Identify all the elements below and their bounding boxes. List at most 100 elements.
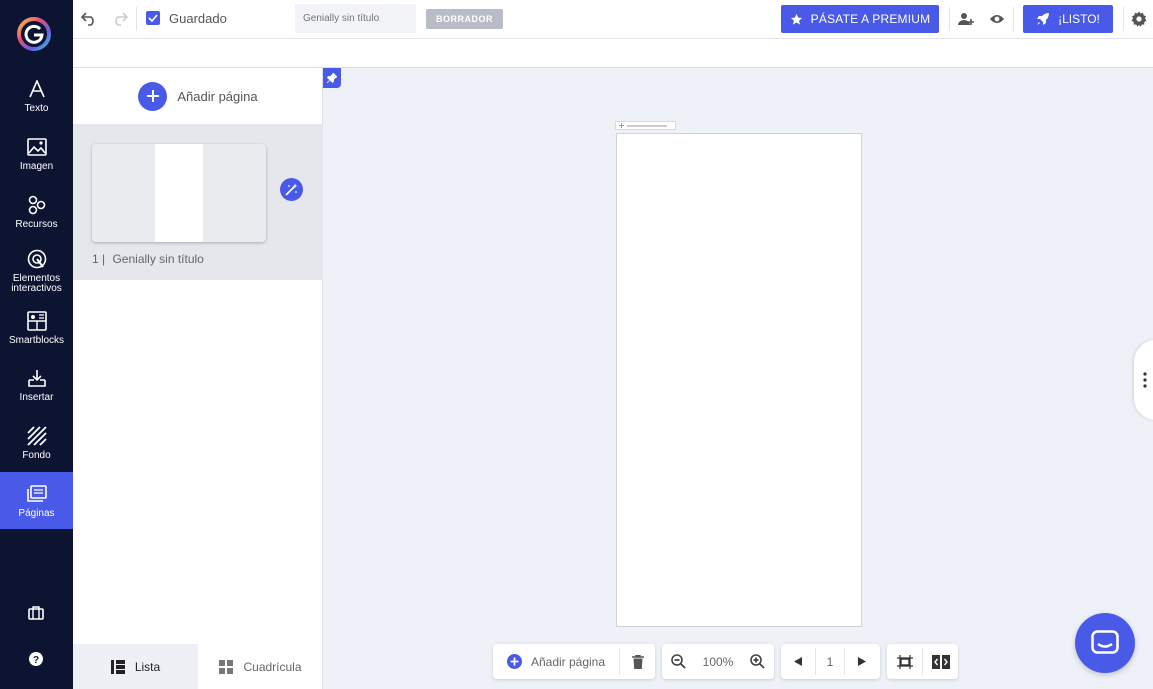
pages-icon <box>26 483 48 505</box>
sidebar-item-label: Insertar <box>19 392 54 403</box>
undo-icon[interactable] <box>79 9 99 29</box>
sidebar-item-resources[interactable]: Recursos <box>0 194 73 238</box>
sidebar-item-background[interactable]: Fondo <box>0 425 73 469</box>
page-title: 1 | Genially sin título <box>92 252 204 266</box>
add-page-button[interactable]: Añadir página <box>73 68 323 125</box>
interactive-icon <box>26 248 48 270</box>
zoom-in-button[interactable] <box>741 644 774 679</box>
chat-icon <box>1091 630 1119 654</box>
panel-view-tabs: Lista Cuadrícula <box>73 644 323 689</box>
grid-view-icon <box>219 659 234 674</box>
saved-check-icon <box>146 11 160 25</box>
sidebar-item-label: Páginas <box>18 508 55 519</box>
next-page-button[interactable] <box>845 644 879 679</box>
redo-icon[interactable] <box>110 9 130 29</box>
page-name: Genially sin título <box>112 252 204 266</box>
split-view-icon <box>931 654 950 669</box>
ready-publish-button[interactable]: ¡LISTO! <box>1023 5 1113 33</box>
zoom-level[interactable]: 100% <box>695 644 741 679</box>
add-page-label: Añadir página <box>177 88 258 104</box>
text-icon <box>26 78 48 100</box>
sidebar-item-image[interactable]: Imagen <box>0 136 73 180</box>
toolbar-divider <box>949 7 950 31</box>
go-premium-button[interactable]: PÁSATE A PREMIUM <box>781 5 939 33</box>
genially-logo-icon[interactable] <box>16 16 52 52</box>
view-options-group <box>887 644 958 679</box>
sidebar-item-label: Imagen <box>19 161 54 172</box>
secondary-toolbar <box>73 39 1153 68</box>
tab-grid-label: Cuadrícula <box>243 659 302 674</box>
tab-list-label: Lista <box>134 659 161 674</box>
zoom-in-icon <box>750 654 765 669</box>
zoom-out-button[interactable] <box>662 644 695 679</box>
plus-icon <box>138 81 168 111</box>
sidebar-item-text[interactable]: Texto <box>0 78 73 122</box>
briefcase-icon[interactable] <box>26 603 46 623</box>
sidebar-item-insert[interactable]: Insertar <box>0 367 73 411</box>
page-actions-group: Añadir página <box>493 644 655 679</box>
title-input[interactable] <box>295 4 416 33</box>
background-icon <box>26 425 48 447</box>
premium-button-label: PÁSATE A PREMIUM <box>810 12 931 26</box>
star-icon <box>790 13 802 25</box>
saved-status: Guardado <box>169 11 227 26</box>
rocket-icon <box>1037 13 1050 25</box>
zoom-group: 100% <box>662 644 774 679</box>
ready-button-label: ¡LISTO! <box>1058 12 1100 26</box>
page-thumbnail-preview <box>155 144 203 242</box>
top-toolbar: Guardado BORRADOR PÁSATE A PREMIUM ¡LIST… <box>73 0 1153 39</box>
sidebar-item-label: Elementos interactivos <box>11 273 62 294</box>
page-navigation-group: 1 <box>781 644 880 679</box>
canvas-page[interactable] <box>616 133 862 627</box>
tag-text-placeholder <box>627 124 667 127</box>
trash-icon <box>631 654 644 669</box>
preview-eye-icon[interactable] <box>987 9 1007 29</box>
tab-list[interactable]: Lista <box>73 644 198 689</box>
triangle-left-icon <box>794 657 802 666</box>
draft-badge: BORRADOR <box>426 9 503 29</box>
sidebar-item-pages[interactable]: Páginas <box>0 472 73 529</box>
main-sidebar: Texto Imagen Recursos Elementos interact… <box>0 0 73 689</box>
list-view-icon <box>110 659 125 674</box>
help-icon[interactable]: ? <box>26 649 46 669</box>
image-icon <box>26 136 48 158</box>
canvas-add-content-tag[interactable] <box>615 121 676 130</box>
triangle-right-icon <box>858 657 866 666</box>
previous-page-button[interactable] <box>781 644 815 679</box>
add-user-icon[interactable] <box>956 9 976 29</box>
right-panel-handle[interactable] <box>1134 340 1153 420</box>
resources-icon <box>26 194 48 216</box>
sidebar-item-label: Recursos <box>15 219 58 230</box>
bottom-add-page-label: Añadir página <box>530 654 606 669</box>
toolbar-divider <box>1123 7 1124 31</box>
pages-panel: Añadir página 1 | Genially sin título Li… <box>73 68 323 689</box>
smartblocks-icon <box>26 310 48 332</box>
sidebar-item-label: Smartblocks <box>8 335 64 346</box>
page-list-item[interactable]: 1 | Genially sin título <box>73 125 323 280</box>
pin-panel-icon[interactable] <box>323 68 341 88</box>
fit-screen-icon <box>896 654 913 669</box>
delete-page-button[interactable] <box>620 644 655 679</box>
tab-grid[interactable]: Cuadrícula <box>198 644 323 689</box>
support-chat-button[interactable] <box>1075 613 1135 673</box>
bottom-add-page-button[interactable]: Añadir página <box>493 644 619 679</box>
toolbar-divider <box>1013 7 1014 31</box>
sidebar-item-smartblocks[interactable]: Smartblocks <box>0 310 73 354</box>
magic-wand-icon[interactable] <box>280 178 303 201</box>
fit-to-screen-button[interactable] <box>887 644 922 679</box>
svg-text:?: ? <box>33 655 39 666</box>
plus-icon <box>619 123 624 128</box>
toolbar-divider <box>136 7 137 31</box>
sidebar-item-label: Texto <box>24 103 49 114</box>
settings-gear-icon[interactable] <box>1129 9 1149 29</box>
current-page-number[interactable]: 1 <box>816 644 844 679</box>
plus-circle-icon <box>506 654 522 669</box>
insert-icon <box>26 367 48 389</box>
zoom-out-icon <box>671 654 686 669</box>
split-view-button[interactable] <box>923 644 958 679</box>
sidebar-item-interactive[interactable]: Elementos interactivos <box>0 248 73 296</box>
page-thumbnail[interactable] <box>92 144 266 242</box>
page-number: 1 | <box>92 252 106 266</box>
more-vertical-icon <box>1143 372 1147 388</box>
sidebar-item-label: Fondo <box>22 450 51 461</box>
